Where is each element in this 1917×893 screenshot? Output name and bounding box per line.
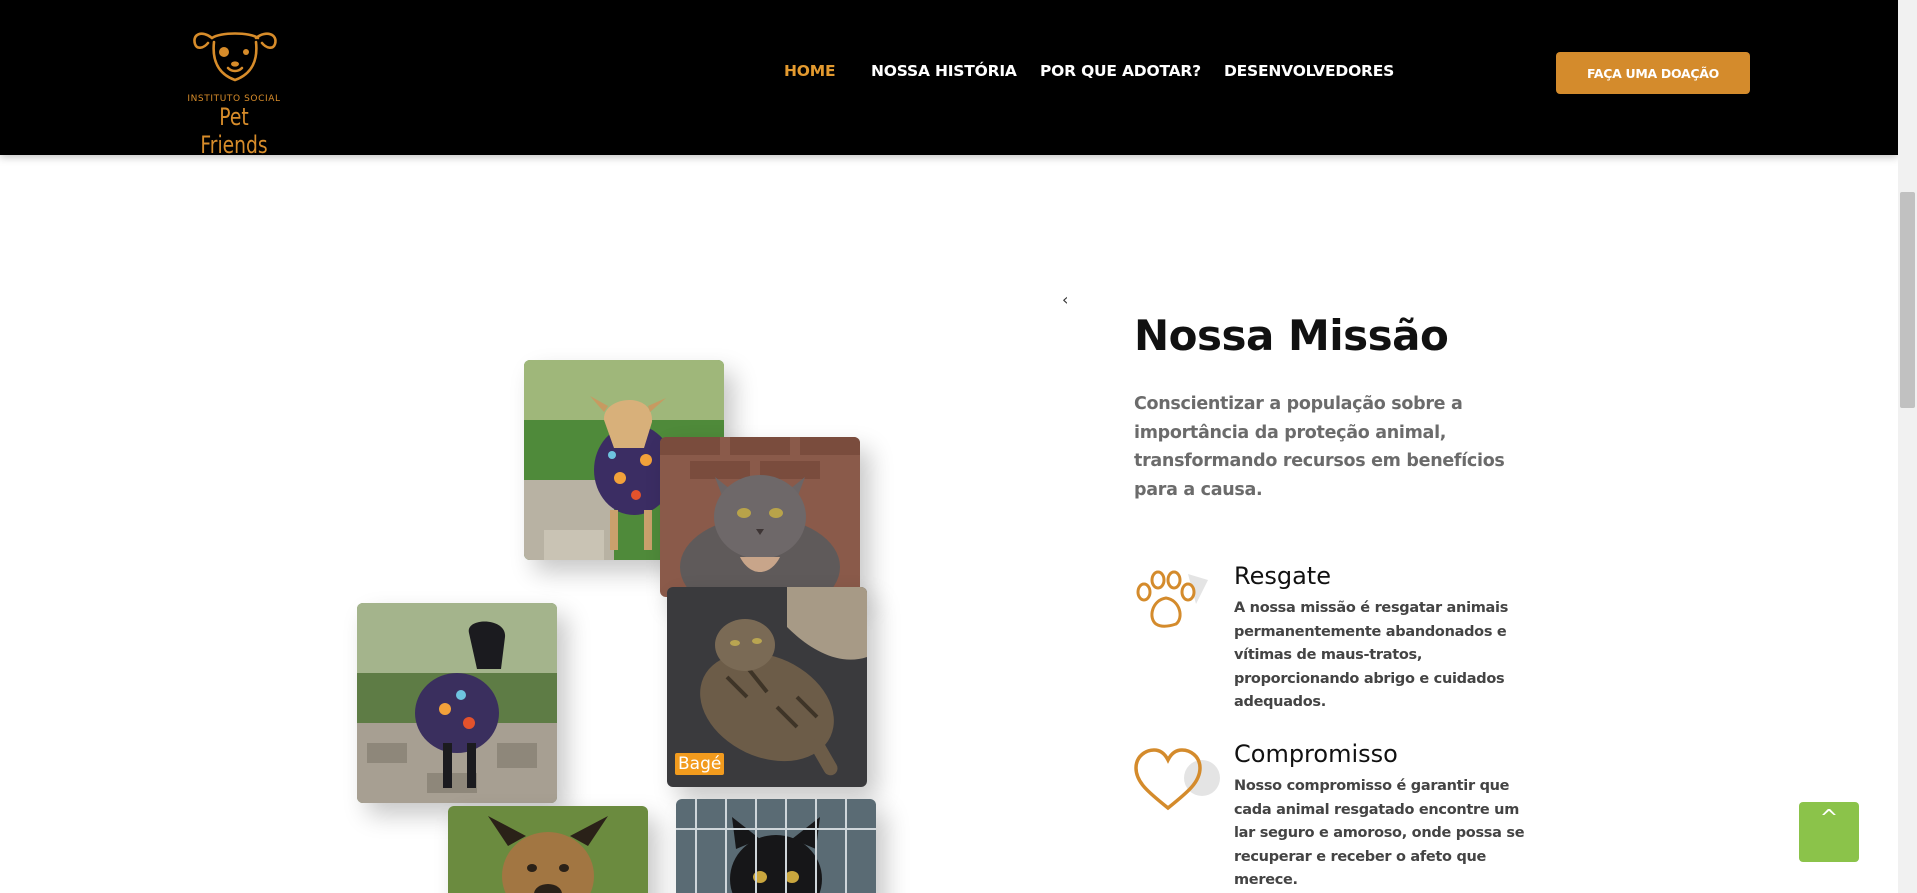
scrollbar[interactable] bbox=[1898, 0, 1917, 893]
mission-description: Conscientizar a população sobre a import… bbox=[1134, 394, 1505, 500]
feature-title-compromisso: Compromisso bbox=[1234, 740, 1398, 768]
photo-tabby-cat: Bagé bbox=[667, 587, 867, 787]
feature-text-resgate: A nossa missão é resgatar animais perman… bbox=[1234, 600, 1509, 710]
feature-title-resgate: Resgate bbox=[1234, 562, 1331, 590]
logo-name: Pet Friends bbox=[200, 103, 268, 159]
nav-por-que-adotar[interactable]: POR QUE ADOTAR? bbox=[1040, 62, 1201, 80]
paw-icon bbox=[1132, 568, 1208, 639]
site-header: INSTITUTO SOCIAL Pet Friends HOME NOSSA … bbox=[0, 0, 1898, 159]
carousel-prev-arrow[interactable]: ‹ bbox=[1062, 290, 1068, 309]
photo-caption: Bagé bbox=[675, 753, 725, 775]
photo-grey-cat bbox=[660, 437, 860, 597]
photo-black-dog-hoodie bbox=[357, 603, 557, 803]
nav-desenvolvedores[interactable]: DESENVOLVEDORES bbox=[1224, 62, 1394, 80]
logo[interactable]: INSTITUTO SOCIAL Pet Friends bbox=[182, 26, 290, 159]
scroll-to-top-button[interactable]: ^ bbox=[1799, 802, 1859, 862]
nav-nossa-historia[interactable]: NOSSA HISTÓRIA bbox=[871, 62, 1017, 80]
photo-black-cat-cage bbox=[676, 799, 876, 893]
mission-title: Nossa Missão bbox=[1134, 311, 1449, 360]
donate-button[interactable]: FAÇA UMA DOAÇÃO bbox=[1556, 52, 1750, 94]
feature-text-compromisso: Nosso compromisso é garantir que cada an… bbox=[1234, 778, 1525, 888]
chevron-up-icon: ^ bbox=[1819, 806, 1839, 831]
nav-home[interactable]: HOME bbox=[784, 62, 836, 80]
scrollbar-thumb[interactable] bbox=[1900, 192, 1915, 408]
dog-logo-icon bbox=[193, 32, 277, 82]
photo-brown-dog bbox=[448, 806, 648, 893]
heart-icon bbox=[1132, 746, 1222, 821]
